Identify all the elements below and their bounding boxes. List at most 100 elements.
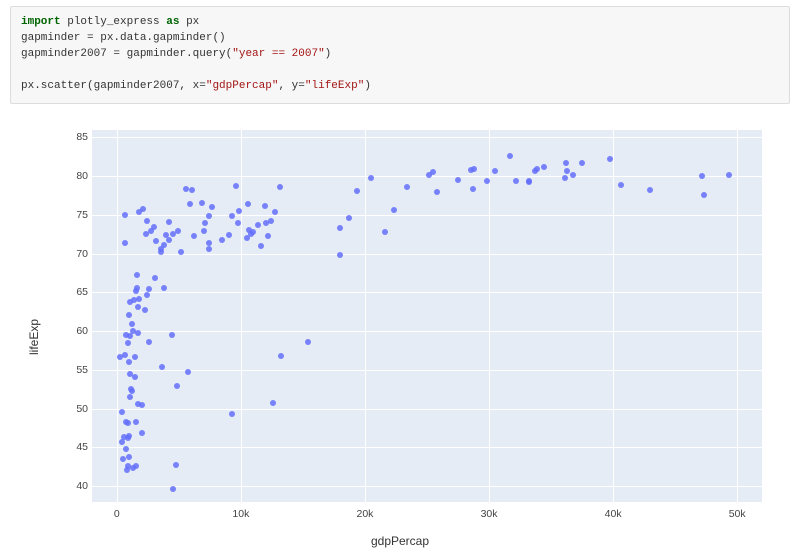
data-point[interactable]	[173, 462, 179, 468]
data-point[interactable]	[135, 401, 141, 407]
data-point[interactable]	[122, 352, 128, 358]
data-point[interactable]	[513, 178, 519, 184]
data-point[interactable]	[120, 456, 126, 462]
data-point[interactable]	[534, 166, 540, 172]
data-point[interactable]	[209, 204, 215, 210]
data-point[interactable]	[139, 430, 145, 436]
data-point[interactable]	[699, 173, 705, 179]
data-point[interactable]	[125, 420, 131, 426]
data-point[interactable]	[142, 307, 148, 313]
data-point[interactable]	[166, 219, 172, 225]
data-point[interactable]	[563, 160, 569, 166]
data-point[interactable]	[368, 175, 374, 181]
data-point[interactable]	[135, 304, 141, 310]
data-point[interactable]	[191, 233, 197, 239]
data-point[interactable]	[166, 237, 172, 243]
data-point[interactable]	[178, 249, 184, 255]
data-point[interactable]	[127, 371, 133, 377]
data-point[interactable]	[127, 394, 133, 400]
data-point[interactable]	[455, 177, 461, 183]
data-point[interactable]	[492, 168, 498, 174]
data-point[interactable]	[169, 332, 175, 338]
data-point[interactable]	[122, 212, 128, 218]
data-point[interactable]	[618, 182, 624, 188]
data-point[interactable]	[270, 400, 276, 406]
plot-area[interactable]	[92, 130, 762, 502]
data-point[interactable]	[161, 242, 167, 248]
data-point[interactable]	[426, 172, 432, 178]
data-point[interactable]	[136, 296, 142, 302]
data-point[interactable]	[133, 419, 139, 425]
data-point[interactable]	[245, 201, 251, 207]
data-point[interactable]	[183, 186, 189, 192]
data-point[interactable]	[119, 439, 125, 445]
data-point[interactable]	[265, 233, 271, 239]
data-point[interactable]	[219, 237, 225, 243]
data-point[interactable]	[701, 192, 707, 198]
data-point[interactable]	[471, 166, 477, 172]
data-point[interactable]	[233, 183, 239, 189]
data-point[interactable]	[170, 486, 176, 492]
data-point[interactable]	[170, 231, 176, 237]
data-point[interactable]	[562, 175, 568, 181]
data-point[interactable]	[354, 188, 360, 194]
data-point[interactable]	[202, 220, 208, 226]
data-point[interactable]	[337, 252, 343, 258]
data-point[interactable]	[126, 359, 132, 365]
data-point[interactable]	[404, 184, 410, 190]
data-point[interactable]	[484, 178, 490, 184]
data-point[interactable]	[185, 369, 191, 375]
data-point[interactable]	[226, 232, 232, 238]
data-point[interactable]	[470, 186, 476, 192]
data-point[interactable]	[526, 178, 532, 184]
data-point[interactable]	[206, 240, 212, 246]
data-point[interactable]	[337, 225, 343, 231]
data-point[interactable]	[130, 465, 136, 471]
data-point[interactable]	[507, 153, 513, 159]
data-point[interactable]	[151, 224, 157, 230]
data-point[interactable]	[129, 321, 135, 327]
data-point[interactable]	[268, 218, 274, 224]
data-point[interactable]	[248, 231, 254, 237]
data-point[interactable]	[206, 213, 212, 219]
data-point[interactable]	[161, 285, 167, 291]
data-point[interactable]	[258, 243, 264, 249]
data-point[interactable]	[123, 446, 129, 452]
data-point[interactable]	[126, 454, 132, 460]
data-point[interactable]	[201, 228, 207, 234]
data-point[interactable]	[146, 339, 152, 345]
data-point[interactable]	[144, 218, 150, 224]
data-point[interactable]	[305, 339, 311, 345]
data-point[interactable]	[134, 285, 140, 291]
data-point[interactable]	[255, 222, 261, 228]
data-point[interactable]	[236, 208, 242, 214]
data-point[interactable]	[125, 435, 131, 441]
data-point[interactable]	[132, 374, 138, 380]
data-point[interactable]	[346, 215, 352, 221]
data-point[interactable]	[262, 203, 268, 209]
data-point[interactable]	[127, 299, 133, 305]
data-point[interactable]	[206, 246, 212, 252]
data-point[interactable]	[229, 213, 235, 219]
scatter-chart[interactable]: lifeExp gdpPercap 010k20k30k40k50k404550…	[28, 122, 772, 552]
data-point[interactable]	[152, 275, 158, 281]
data-point[interactable]	[144, 292, 150, 298]
data-point[interactable]	[187, 201, 193, 207]
data-point[interactable]	[128, 386, 134, 392]
data-point[interactable]	[391, 207, 397, 213]
data-point[interactable]	[122, 240, 128, 246]
data-point[interactable]	[607, 156, 613, 162]
data-point[interactable]	[235, 220, 241, 226]
data-point[interactable]	[579, 160, 585, 166]
data-point[interactable]	[146, 286, 152, 292]
data-point[interactable]	[277, 184, 283, 190]
data-point[interactable]	[434, 189, 440, 195]
data-point[interactable]	[726, 172, 732, 178]
data-point[interactable]	[278, 353, 284, 359]
data-point[interactable]	[382, 229, 388, 235]
data-point[interactable]	[199, 200, 205, 206]
data-point[interactable]	[126, 312, 132, 318]
data-point[interactable]	[189, 187, 195, 193]
data-point[interactable]	[541, 164, 547, 170]
data-point[interactable]	[119, 409, 125, 415]
